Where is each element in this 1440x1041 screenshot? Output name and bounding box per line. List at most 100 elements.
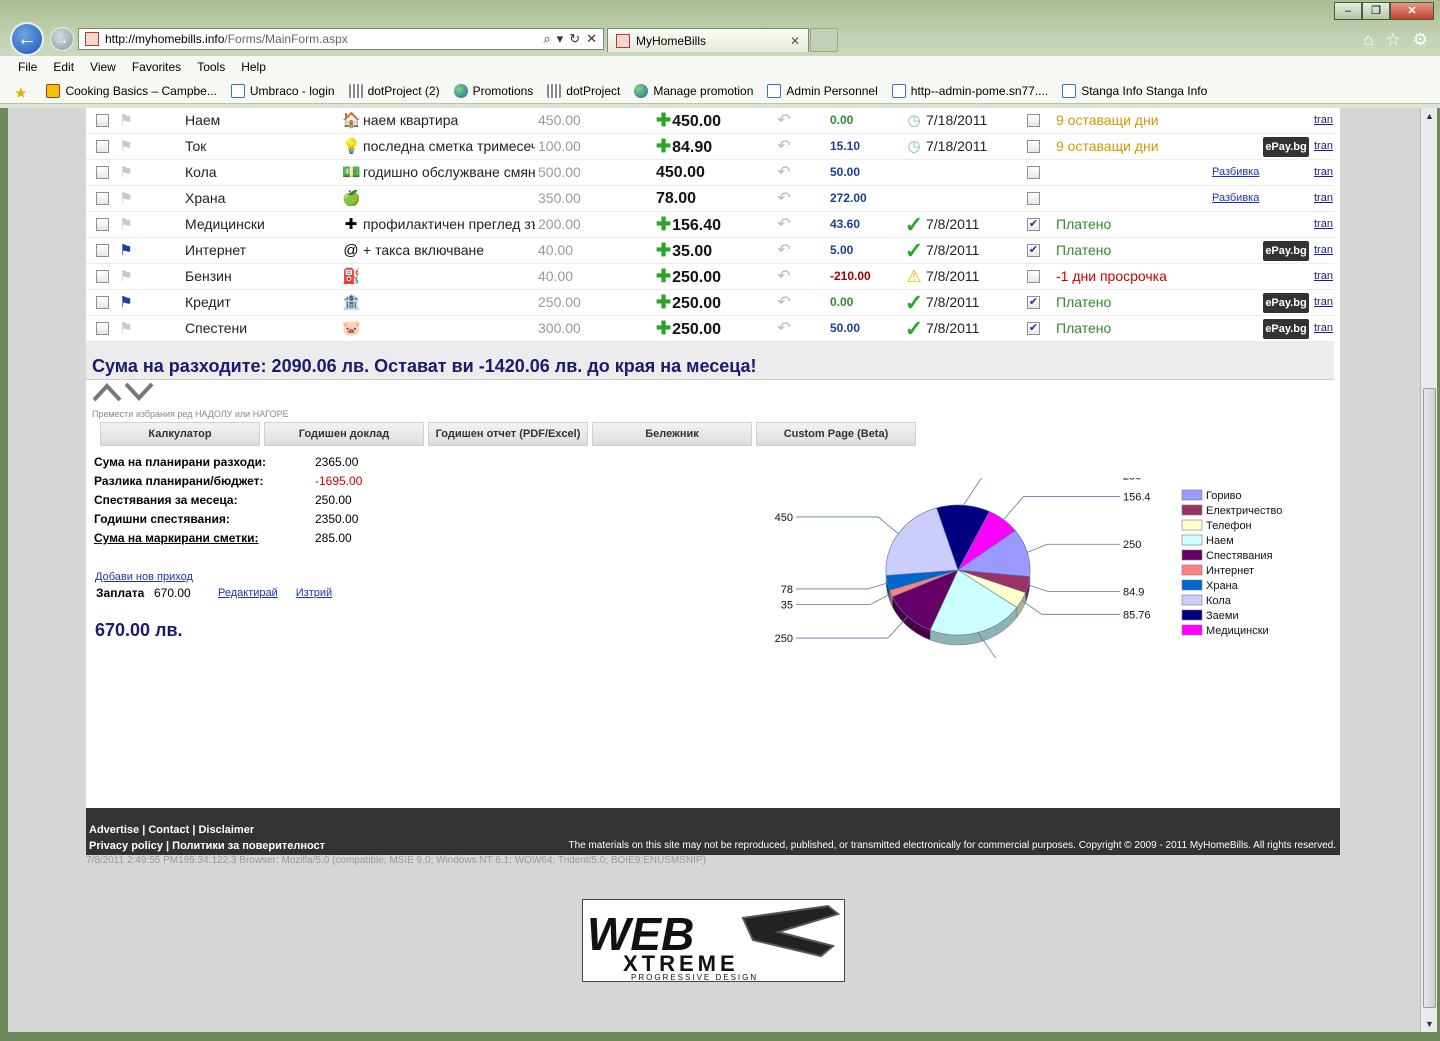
close-window-button[interactable]: ✕ — [1390, 2, 1434, 20]
toolbar-button[interactable]: Бележник — [592, 422, 752, 446]
webxtreme-logo[interactable]: WEB XTREME PROGRESSIVE DESIGN — [582, 899, 845, 982]
bill-amount[interactable]: ✚84.90 — [656, 134, 756, 159]
vertical-scrollbar[interactable]: ▲ ▼ — [1420, 108, 1437, 1032]
select-row-checkbox[interactable] — [96, 140, 109, 153]
undo-icon[interactable]: ↶ — [774, 290, 794, 315]
undo-icon[interactable]: ↶ — [774, 264, 794, 289]
move-down-icon[interactable] — [124, 382, 154, 401]
stop-icon[interactable]: ✕ — [586, 31, 597, 47]
select-row-checkbox[interactable] — [96, 166, 109, 179]
flag-icon[interactable]: ⚑ — [116, 238, 136, 263]
paid-checkbox[interactable]: ✔ — [1027, 296, 1040, 309]
add-payment-icon[interactable]: ✚ — [656, 110, 671, 130]
maximize-button[interactable]: ❐ — [1362, 2, 1390, 20]
search-icon[interactable]: ⌕ — [543, 31, 550, 47]
scroll-up-icon[interactable]: ▲ — [1421, 108, 1438, 124]
favorite-link[interactable]: dotProject (2) — [348, 83, 440, 98]
epay-button[interactable]: ePay.bg — [1263, 293, 1309, 313]
tran-link[interactable]: tran — [1314, 264, 1333, 289]
favorite-link[interactable]: Cooking Basics – Campbe... — [46, 83, 217, 98]
add-payment-icon[interactable]: ✚ — [656, 136, 671, 156]
toolbar-button[interactable]: Калкулатор — [100, 422, 260, 446]
bill-amount[interactable]: ✚250.00 — [656, 264, 756, 289]
undo-icon[interactable]: ↶ — [774, 160, 794, 185]
menu-file[interactable]: File — [18, 60, 37, 74]
add-payment-icon[interactable]: ✚ — [656, 266, 671, 286]
bill-amount[interactable]: 78.00 — [656, 186, 756, 211]
minimize-button[interactable]: – — [1334, 2, 1362, 20]
tran-link[interactable]: tran — [1314, 108, 1333, 133]
compat-view-icon[interactable]: ▾ — [557, 31, 564, 47]
flag-icon[interactable]: ⚑ — [116, 108, 136, 133]
paid-checkbox[interactable]: ✔ — [1027, 322, 1040, 335]
add-payment-icon[interactable]: ✚ — [656, 318, 671, 338]
flag-icon[interactable]: ⚑ — [116, 264, 136, 289]
scroll-down-icon[interactable]: ▼ — [1421, 1016, 1438, 1032]
paid-checkbox[interactable] — [1027, 192, 1040, 205]
epay-button[interactable]: ePay.bg — [1263, 319, 1309, 339]
split-link[interactable]: Разбивка — [1212, 160, 1259, 185]
menu-view[interactable]: View — [90, 60, 116, 74]
add-payment-icon[interactable]: ✚ — [656, 214, 671, 234]
toolbar-button[interactable]: Годишен доклад — [264, 422, 424, 446]
edit-income-link[interactable]: Редактирай — [218, 587, 278, 599]
menu-edit[interactable]: Edit — [53, 60, 74, 74]
undo-icon[interactable]: ↶ — [774, 316, 794, 341]
select-row-checkbox[interactable] — [96, 192, 109, 205]
home-icon[interactable]: ⌂ — [1363, 30, 1373, 50]
undo-icon[interactable]: ↶ — [774, 212, 794, 237]
bill-amount[interactable]: ✚250.00 — [656, 290, 756, 315]
flag-icon[interactable]: ⚑ — [116, 186, 136, 211]
add-income-link[interactable]: Добави нов приход — [95, 571, 193, 583]
epay-button[interactable]: ePay.bg — [1263, 241, 1309, 261]
select-row-checkbox[interactable] — [96, 270, 109, 283]
select-row-checkbox[interactable] — [96, 296, 109, 309]
stat-label[interactable]: Сума на маркирани сметки: — [94, 529, 315, 548]
menu-help[interactable]: Help — [241, 60, 266, 74]
undo-icon[interactable]: ↶ — [774, 108, 794, 133]
favorite-link[interactable]: Stanga Info Stanga Info — [1062, 83, 1207, 98]
select-row-checkbox[interactable] — [96, 322, 109, 335]
favorite-link[interactable]: Umbraco - login — [230, 83, 335, 98]
select-row-checkbox[interactable] — [96, 244, 109, 257]
refresh-icon[interactable]: ↻ — [569, 31, 580, 47]
tran-link[interactable]: tran — [1314, 316, 1333, 341]
toolbar-button[interactable]: Custom Page (Beta) — [756, 422, 916, 446]
bill-amount[interactable]: 450.00 — [656, 160, 756, 185]
paid-checkbox[interactable] — [1027, 140, 1040, 153]
footer-links[interactable]: Advertise | Contact | Disclaimer — [89, 824, 254, 836]
favorite-link[interactable]: dotProject — [547, 83, 620, 98]
tran-link[interactable]: tran — [1314, 134, 1333, 159]
tran-link[interactable]: tran — [1314, 186, 1333, 211]
select-row-checkbox[interactable] — [96, 218, 109, 231]
add-payment-icon[interactable]: ✚ — [656, 292, 671, 312]
gear-icon[interactable]: ⚙ — [1413, 30, 1428, 50]
favorites-star-icon[interactable]: ☆ — [1386, 30, 1401, 50]
bill-amount[interactable]: ✚250.00 — [656, 316, 756, 341]
flag-icon[interactable]: ⚑ — [116, 290, 136, 315]
flag-icon[interactable]: ⚑ — [116, 134, 136, 159]
menu-tools[interactable]: Tools — [197, 60, 225, 74]
favorite-link[interactable]: http--admin-pome.sn77.... — [891, 83, 1048, 98]
epay-button[interactable]: ePay.bg — [1263, 137, 1309, 157]
tran-link[interactable]: tran — [1314, 290, 1333, 315]
tran-link[interactable]: tran — [1314, 238, 1333, 263]
flag-icon[interactable]: ⚑ — [116, 160, 136, 185]
select-row-checkbox[interactable] — [96, 114, 109, 127]
toolbar-button[interactable]: Годишен отчет (PDF/Excel) — [428, 422, 588, 446]
favorite-link[interactable]: Admin Personnel — [767, 83, 878, 98]
tran-link[interactable]: tran — [1314, 212, 1333, 237]
delete-income-link[interactable]: Изтрий — [296, 587, 332, 599]
bill-amount[interactable]: ✚156.40 — [656, 212, 756, 237]
paid-checkbox[interactable]: ✔ — [1027, 218, 1040, 231]
flag-icon[interactable]: ⚑ — [116, 212, 136, 237]
back-button[interactable]: ← — [10, 22, 44, 56]
undo-icon[interactable]: ↶ — [774, 134, 794, 159]
paid-checkbox[interactable] — [1027, 114, 1040, 127]
add-payment-icon[interactable]: ✚ — [656, 240, 671, 260]
bill-amount[interactable]: ✚35.00 — [656, 238, 756, 263]
tran-link[interactable]: tran — [1314, 160, 1333, 185]
scroll-thumb[interactable] — [1423, 388, 1436, 1008]
undo-icon[interactable]: ↶ — [774, 238, 794, 263]
paid-checkbox[interactable] — [1027, 270, 1040, 283]
